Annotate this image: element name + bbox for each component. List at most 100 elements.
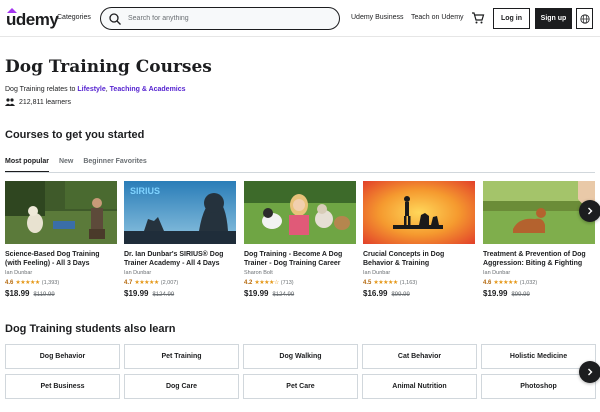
original-price: $99.99 <box>511 292 530 298</box>
course-author: Ian Dunbar <box>363 270 391 276</box>
original-price: $124.99 <box>272 292 295 298</box>
original-price: $119.99 <box>33 292 55 298</box>
courses-next-button[interactable] <box>579 200 600 222</box>
udemy-logo[interactable]: udemy <box>6 8 59 29</box>
course-price: $19.99 $124.99 <box>124 289 236 298</box>
course-card[interactable]: Dog Training - Become A Dog Trainer - Do… <box>244 181 356 298</box>
course-price: $19.99 $124.99 <box>244 289 356 298</box>
globe-icon <box>579 13 590 24</box>
course-rating: 4.6 ★★★★★ (1,032) <box>483 279 595 287</box>
people-icon <box>5 98 15 106</box>
rating-count: (713) <box>280 279 294 286</box>
course-thumbnail[interactable] <box>363 181 475 244</box>
course-title[interactable]: Dog Training - Become A Dog Trainer - Do… <box>244 250 356 268</box>
udemy-business-link[interactable]: Udemy Business <box>351 14 404 21</box>
rating-value: 4.2 <box>244 279 253 286</box>
rating-count: (1,163) <box>399 279 418 286</box>
course-card[interactable]: Science-Based Dog Training (with Feeling… <box>5 181 117 298</box>
course-thumbnail[interactable] <box>244 181 356 244</box>
course-price: $16.99 $99.99 <box>363 289 475 298</box>
relates-prefix: Dog Training relates to <box>5 86 78 93</box>
star-rating-icon: ★★★★★ <box>493 280 518 286</box>
search-icon[interactable] <box>108 12 122 26</box>
logo-cap-icon <box>7 8 17 13</box>
learners-text: 212,811 learners <box>19 98 72 106</box>
categories-menu[interactable]: Categories <box>57 14 91 21</box>
page-title: Dog Training Courses <box>5 57 212 77</box>
course-rating: 4.6 ★★★★★ (1,393) <box>5 279 117 287</box>
chevron-right-icon <box>588 368 593 376</box>
original-price: $124.99 <box>152 292 175 298</box>
tabs-divider <box>5 172 595 173</box>
tab-beginner-favorites[interactable]: Beginner Favorites <box>83 156 146 173</box>
topic-dog-care[interactable]: Dog Care <box>124 374 239 399</box>
course-tabs: Most popular New Beginner Favorites <box>5 156 157 173</box>
rating-count: (1,032) <box>519 279 538 286</box>
star-rating-icon: ★★★★☆ <box>254 280 279 286</box>
topic-cat-behavior[interactable]: Cat Behavior <box>362 344 477 369</box>
tab-most-popular[interactable]: Most popular <box>5 156 49 173</box>
course-image-dog-training-field <box>5 181 117 244</box>
star-rating-icon: ★★★★★ <box>134 280 159 286</box>
topic-animal-nutrition[interactable]: Animal Nutrition <box>362 374 477 399</box>
course-author: Ian Dunbar <box>483 270 511 276</box>
topic-dog-behavior[interactable]: Dog Behavior <box>5 344 120 369</box>
cart-icon[interactable] <box>471 11 485 25</box>
course-author: Sharon Bolt <box>244 270 273 276</box>
search-bar[interactable] <box>100 7 340 30</box>
course-rating: 4.5 ★★★★★ (1,163) <box>363 279 475 287</box>
star-rating-icon: ★★★★★ <box>373 280 398 286</box>
topic-pet-business[interactable]: Pet Business <box>5 374 120 399</box>
course-card[interactable]: SIRIUS Dr. Ian Dunbar's SIRIUS® Dog Trai… <box>124 181 236 298</box>
top-navigation-bar: udemy Categories Udemy Business Teach on… <box>0 0 600 37</box>
rating-value: 4.7 <box>124 279 133 286</box>
topic-dog-walking[interactable]: Dog Walking <box>243 344 358 369</box>
current-price: $16.99 <box>363 289 388 298</box>
course-title[interactable]: Dr. Ian Dunbar's SIRIUS® Dog Trainer Aca… <box>124 250 236 268</box>
current-price: $19.99 <box>124 289 149 298</box>
courses-section-title: Courses to get you started <box>5 129 145 141</box>
course-author: Ian Dunbar <box>124 270 152 276</box>
topic-pet-training[interactable]: Pet Training <box>124 344 239 369</box>
course-image-sirius: SIRIUS <box>124 181 236 244</box>
original-price: $99.99 <box>391 292 410 298</box>
course-thumbnail[interactable] <box>5 181 117 244</box>
course-price: $19.99 $99.99 <box>483 289 595 298</box>
course-rating: 4.7 ★★★★★ (2,007) <box>124 279 236 287</box>
teaching-academics-link[interactable]: Teaching & Academics <box>110 86 186 93</box>
current-price: $19.99 <box>483 289 508 298</box>
topic-photoshop[interactable]: Photoshop <box>481 374 596 399</box>
current-price: $19.99 <box>244 289 269 298</box>
topic-holistic-medicine[interactable]: Holistic Medicine <box>481 344 596 369</box>
course-title[interactable]: Treatment & Prevention of Dog Aggression… <box>483 250 595 268</box>
search-input[interactable] <box>128 15 318 22</box>
learners-count: 212,811 learners <box>5 98 71 106</box>
rating-value: 4.6 <box>5 279 14 286</box>
sirius-logo-text: SIRIUS <box>130 186 160 196</box>
language-button[interactable] <box>576 8 593 29</box>
course-card[interactable]: Crucial Concepts in Dog Behavior & Train… <box>363 181 475 298</box>
course-thumbnail[interactable]: SIRIUS <box>124 181 236 244</box>
star-rating-icon: ★★★★★ <box>15 280 40 286</box>
login-button[interactable]: Log in <box>493 8 530 29</box>
course-author: Ian Dunbar <box>5 270 33 276</box>
tab-new[interactable]: New <box>59 156 73 173</box>
rating-count: (1,393) <box>41 279 60 286</box>
course-image-woman-with-dogs <box>244 181 356 244</box>
topic-pet-care[interactable]: Pet Care <box>243 374 358 399</box>
teach-on-udemy-link[interactable]: Teach on Udemy <box>411 14 464 21</box>
topics-next-button[interactable] <box>579 361 600 383</box>
lifestyle-link[interactable]: Lifestyle <box>77 86 105 93</box>
current-price: $18.99 <box>5 289 30 298</box>
course-title[interactable]: Science-Based Dog Training (with Feeling… <box>5 250 117 268</box>
chevron-right-icon <box>588 207 593 215</box>
rating-value: 4.5 <box>363 279 372 286</box>
course-price: $18.99 $119.99 <box>5 289 117 298</box>
signup-button[interactable]: Sign up <box>535 8 572 29</box>
course-title[interactable]: Crucial Concepts in Dog Behavior & Train… <box>363 250 475 268</box>
rating-value: 4.6 <box>483 279 492 286</box>
relates-text: Dog Training relates to Lifestyle, Teach… <box>5 86 186 93</box>
course-card[interactable]: Treatment & Prevention of Dog Aggression… <box>483 181 595 298</box>
topics-section-title: Dog Training students also learn <box>5 323 176 335</box>
course-image-silhouette-sunset <box>363 181 475 244</box>
